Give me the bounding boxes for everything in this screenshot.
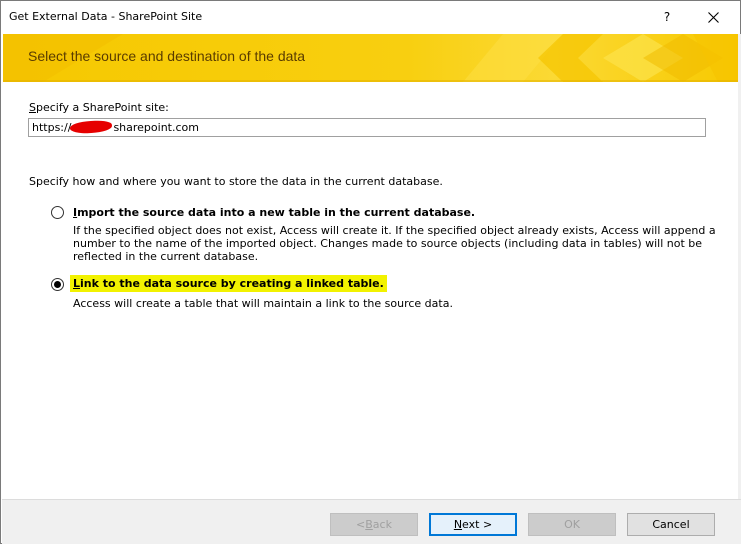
link-option-description: Access will create a table that will mai…: [73, 297, 453, 310]
cancel-button[interactable]: Cancel: [627, 513, 715, 536]
get-external-data-dialog: Get External Data - SharePoint Site ? Se…: [0, 0, 741, 544]
site-label: Specify a SharePoint site:: [29, 101, 169, 114]
close-button[interactable]: [694, 1, 732, 33]
ok-button[interactable]: OK: [528, 513, 616, 536]
title-bar[interactable]: Get External Data - SharePoint Site ?: [1, 1, 740, 33]
wizard-footer: < Back Next > OK Cancel: [2, 499, 741, 544]
site-url-prefix: https://: [32, 121, 72, 134]
import-option-description: If the specified object does not exist, …: [73, 224, 716, 263]
import-radio[interactable]: [51, 206, 64, 219]
link-radio[interactable]: [51, 278, 64, 291]
highlight-mark: Link to the data source by creating a li…: [70, 275, 387, 292]
window-title: Get External Data - SharePoint Site: [9, 10, 203, 23]
sharepoint-site-input[interactable]: https:// sharepoint.com: [28, 118, 706, 137]
banner-title: Select the source and destination of the…: [28, 48, 306, 64]
link-option-label[interactable]: Link to the data source by creating a li…: [70, 275, 387, 292]
next-button[interactable]: Next >: [429, 513, 517, 536]
site-url-suffix: sharepoint.com: [113, 121, 199, 134]
close-icon: [707, 11, 719, 23]
storage-prompt: Specify how and where you want to store …: [29, 175, 443, 188]
back-button[interactable]: < Back: [330, 513, 418, 536]
help-button[interactable]: ?: [649, 1, 685, 33]
wizard-banner: Select the source and destination of the…: [3, 34, 738, 82]
import-option-label[interactable]: Import the source data into a new table …: [73, 206, 475, 219]
